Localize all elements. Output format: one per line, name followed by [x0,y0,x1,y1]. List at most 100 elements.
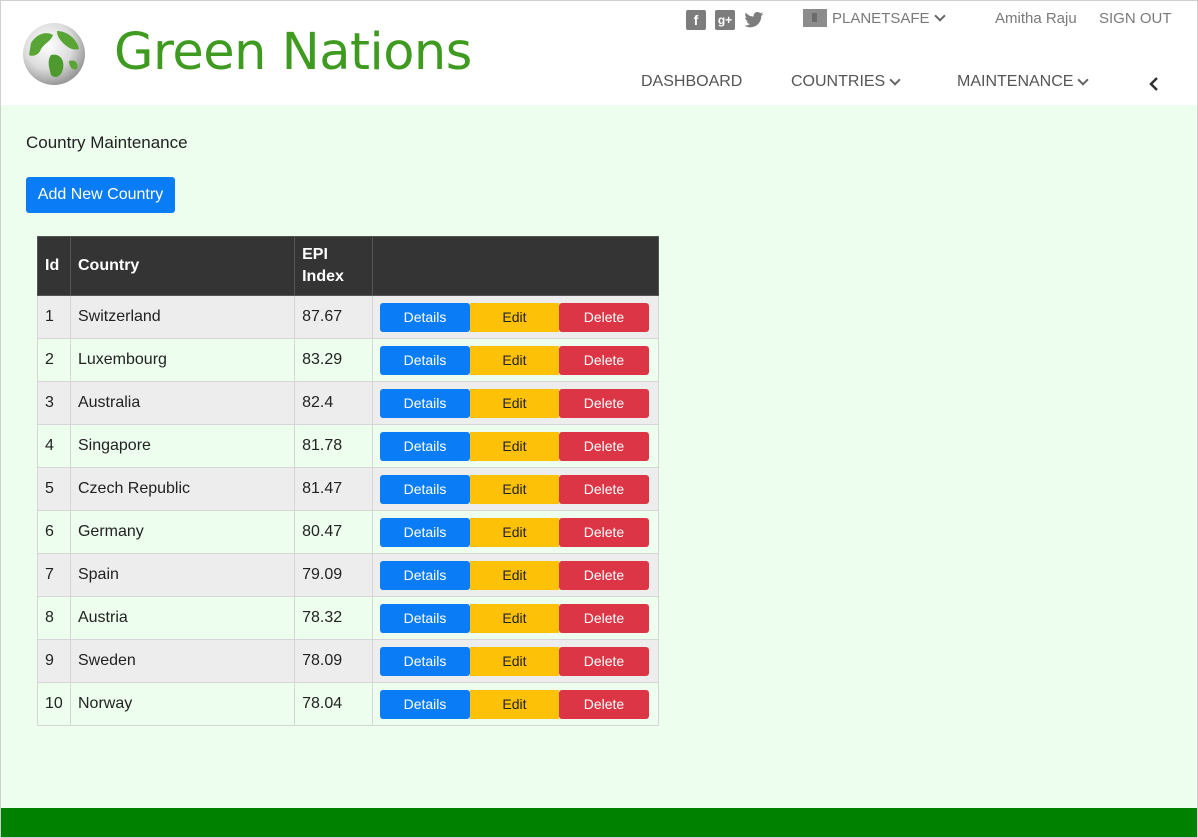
google-plus-icon[interactable]: g+ [715,10,735,30]
cell-id: 3 [37,381,71,425]
edit-button[interactable]: Edit [469,345,559,375]
cell-epi: 78.04 [294,682,373,726]
row-actions: Details Edit Delete [379,345,651,375]
cell-epi: 78.32 [294,596,373,640]
details-button[interactable]: Details [379,345,470,375]
delete-button[interactable]: Delete [558,431,649,461]
globe-logo-icon[interactable] [21,21,87,87]
cell-epi: 78.09 [294,639,373,683]
cell-actions: Details Edit Delete [371,639,660,683]
cell-actions: Details Edit Delete [371,467,660,511]
nav-dashboard[interactable]: DASHBOARD [641,73,742,91]
edit-button[interactable]: Edit [469,603,559,633]
cell-country: Australia [69,381,296,425]
cell-epi: 80.47 [294,510,373,554]
cell-id: 5 [37,467,71,511]
signout-link[interactable]: SIGN OUT [1099,10,1172,27]
site-header: Green Nations f g+ PLANETSAFE Amitha Raj… [1,1,1197,105]
edit-button[interactable]: Edit [469,560,559,590]
table-row: 4 Singapore 81.78 Details Edit Delete [37,424,660,468]
cell-id: 10 [37,682,71,726]
details-button[interactable]: Details [379,603,470,633]
row-actions: Details Edit Delete [379,560,651,590]
table-row: 3 Australia 82.4 Details Edit Delete [37,381,660,425]
row-actions: Details Edit Delete [379,431,651,461]
table-row: 10 Norway 78.04 Details Edit Delete [37,682,660,726]
org-label: PLANETSAFE [832,9,930,27]
edit-button[interactable]: Edit [469,474,559,504]
cell-id: 6 [37,510,71,554]
page-title: Country Maintenance [26,133,188,152]
details-button[interactable]: Details [379,431,470,461]
cell-id: 1 [37,295,71,339]
header-actions [371,236,660,296]
edit-button[interactable]: Edit [469,646,559,676]
row-actions: Details Edit Delete [379,474,651,504]
cell-actions: Details Edit Delete [371,338,660,382]
row-actions: Details Edit Delete [379,689,651,719]
cell-actions: Details Edit Delete [371,510,660,554]
cell-id: 4 [37,424,71,468]
countries-table: Id Country EPI Index 1 Switzerland 87.67 De… [37,236,660,726]
cell-actions: Details Edit Delete [371,596,660,640]
nav-countries[interactable]: COUNTRIES [791,73,901,91]
details-button[interactable]: Details [379,474,470,504]
row-actions: Details Edit Delete [379,517,651,547]
table-row: 9 Sweden 78.09 Details Edit Delete [37,639,660,683]
facebook-icon[interactable]: f [686,10,706,30]
cell-country: Austria [69,596,296,640]
row-actions: Details Edit Delete [379,603,651,633]
delete-button[interactable]: Delete [558,560,649,590]
nav-maintenance-label: MAINTENANCE [957,73,1074,90]
header-country: Country [69,236,296,296]
cell-country: Luxembourg [69,338,296,382]
cell-actions: Details Edit Delete [371,553,660,597]
cell-id: 2 [37,338,71,382]
details-button[interactable]: Details [379,388,470,418]
chevron-left-icon[interactable] [1148,77,1160,91]
row-actions: Details Edit Delete [379,302,651,332]
delete-button[interactable]: Delete [558,388,649,418]
details-button[interactable]: Details [379,517,470,547]
nav-countries-label: COUNTRIES [791,73,886,90]
delete-button[interactable]: Delete [558,646,649,676]
edit-button[interactable]: Edit [469,517,559,547]
nav-dashboard-label: DASHBOARD [641,73,743,90]
app-window: Green Nations f g+ PLANETSAFE Amitha Raj… [0,0,1198,838]
details-button[interactable]: Details [379,302,470,332]
delete-button[interactable]: Delete [558,603,649,633]
table-row: 8 Austria 78.32 Details Edit Delete [37,596,660,640]
details-button[interactable]: Details [379,689,470,719]
cell-epi: 82.4 [294,381,373,425]
edit-button[interactable]: Edit [469,431,559,461]
delete-button[interactable]: Delete [558,302,649,332]
cell-country: Spain [69,553,296,597]
row-actions: Details Edit Delete [379,388,651,418]
add-country-button[interactable]: Add New Country [26,177,175,213]
table-body: 1 Switzerland 87.67 Details Edit Delete 2 Luxem… [37,295,660,726]
main-content: Country Maintenance Add New Country Id C… [1,105,1197,808]
edit-button[interactable]: Edit [469,388,559,418]
cell-country: Czech Republic [69,467,296,511]
twitter-icon[interactable] [744,10,764,30]
table-row: 7 Spain 79.09 Details Edit Delete [37,553,660,597]
chevron-down-icon [889,73,901,86]
delete-button[interactable]: Delete [558,345,649,375]
delete-button[interactable]: Delete [558,517,649,547]
delete-button[interactable]: Delete [558,474,649,504]
details-button[interactable]: Details [379,560,470,590]
details-button[interactable]: Details [379,646,470,676]
cell-epi: 81.47 [294,467,373,511]
delete-button[interactable]: Delete [558,689,649,719]
edit-button[interactable]: Edit [469,689,559,719]
brand-title[interactable]: Green Nations [114,23,472,83]
nav-maintenance[interactable]: MAINTENANCE [957,73,1090,91]
cell-id: 8 [37,596,71,640]
org-selector[interactable]: PLANETSAFE [803,9,946,27]
chevron-down-icon [933,9,946,22]
cell-country: Switzerland [69,295,296,339]
edit-button[interactable]: Edit [469,302,559,332]
user-name[interactable]: Amitha Raju [995,10,1077,27]
cell-actions: Details Edit Delete [371,381,660,425]
header-epi-label: EPI Index [302,246,344,285]
